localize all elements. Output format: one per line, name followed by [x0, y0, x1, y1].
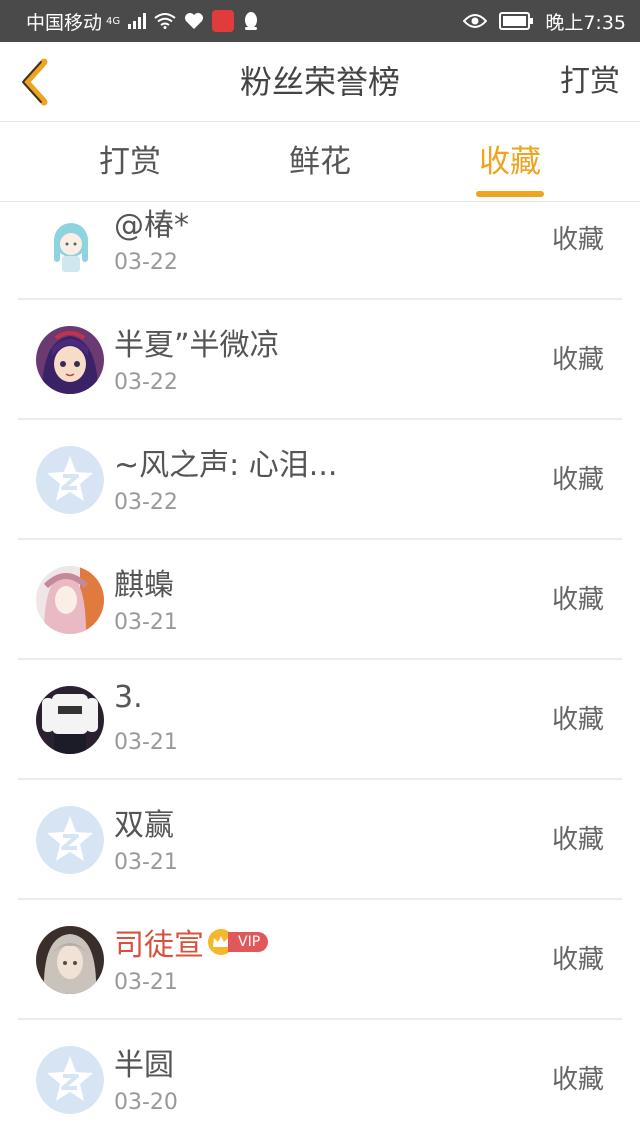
favorite-label: 收藏 [551, 225, 604, 255]
fan-date: 03-21 [114, 850, 178, 875]
tab-bar: 打赏 鲜花 收藏 [0, 122, 640, 202]
list-item[interactable]: 半圆 03-20 收藏 [0, 1020, 640, 1138]
status-bar: 中国移动 4G 晚上7:35 [0, 0, 640, 42]
avatar [36, 686, 104, 754]
list-item[interactable]: 半夏”半微凉 03-22 收藏 [0, 300, 640, 420]
favorite-label: 收藏 [551, 465, 604, 495]
fan-name: @椿* [114, 208, 189, 243]
favorite-label: 收藏 [551, 1065, 604, 1095]
network-type: 4G [106, 15, 121, 27]
vip-badge: VIP [208, 929, 269, 955]
favorite-label: 收藏 [551, 945, 604, 975]
list-item[interactable]: ~风之声: 心泪... 03-22 收藏 [0, 420, 640, 540]
fan-name: 半夏”半微凉 [114, 328, 280, 363]
fan-name: ~风之声: 心泪... [114, 448, 338, 483]
tab-favorites[interactable]: 收藏 [450, 122, 570, 202]
fan-date: 03-21 [114, 610, 178, 635]
fan-list: @椿* 03-22 收藏 半夏”半微凉 03-22 收藏 ~风之声: 心泪...… [0, 202, 640, 1138]
tab-reward[interactable]: 打赏 [70, 122, 190, 202]
avatar [40, 214, 102, 276]
app-notification-icon [212, 10, 235, 32]
carrier-label: 中国移动 [26, 11, 103, 34]
eye-icon [463, 13, 488, 29]
list-item[interactable]: 司徒宣 VIP 03-21 收藏 [0, 900, 640, 1020]
fan-date: 03-22 [114, 250, 178, 275]
favorite-label: 收藏 [551, 705, 604, 735]
avatar [36, 326, 104, 394]
wifi-icon [154, 13, 176, 29]
tab-flowers[interactable]: 鲜花 [260, 122, 380, 202]
fan-date: 03-20 [114, 1090, 178, 1115]
clock: 晚上7:35 [545, 11, 626, 34]
signal-icon [128, 13, 147, 29]
avatar [36, 926, 104, 994]
list-item[interactable]: 3. 03-21 收藏 [0, 660, 640, 780]
active-tab-indicator [476, 191, 544, 197]
vip-tag: VIP [228, 932, 269, 952]
fan-date: 03-21 [114, 970, 178, 995]
default-avatar-icon [36, 446, 104, 514]
page-title: 粉丝荣誉榜 [239, 63, 400, 101]
fan-name: 3. [114, 680, 143, 715]
battery-icon [499, 12, 534, 30]
default-avatar-icon [36, 806, 104, 874]
favorite-label: 收藏 [551, 585, 604, 615]
qq-icon [242, 11, 260, 31]
fan-date: 03-22 [114, 490, 178, 515]
default-avatar-icon [36, 1046, 104, 1114]
fan-name: 双赢 [114, 808, 174, 843]
avatar [36, 566, 104, 634]
favorite-label: 收藏 [551, 825, 604, 855]
favorite-label: 收藏 [551, 345, 604, 375]
fan-name: 麒蟂 [114, 568, 174, 603]
header: 粉丝荣誉榜 打赏 [0, 42, 640, 122]
fan-name: 半圆 [114, 1048, 174, 1083]
heart-icon [184, 12, 204, 30]
list-item[interactable]: @椿* 03-22 收藏 [0, 202, 640, 300]
fan-date: 03-22 [114, 370, 178, 395]
list-item[interactable]: 麒蟂 03-21 收藏 [0, 540, 640, 660]
list-item[interactable]: 双赢 03-21 收藏 [0, 780, 640, 900]
fan-name: 司徒宣 VIP [114, 920, 269, 964]
fan-date: 03-21 [114, 730, 178, 755]
reward-button[interactable]: 打赏 [560, 42, 620, 122]
